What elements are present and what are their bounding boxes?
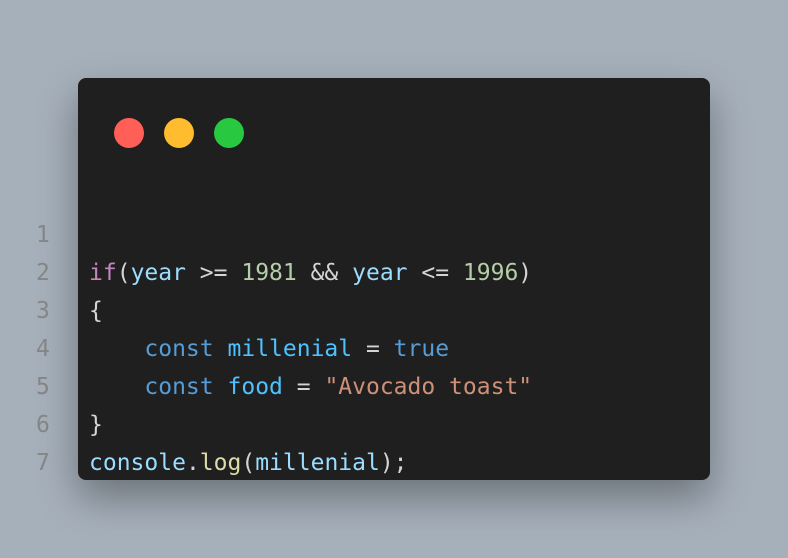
line-number: 7 [36,450,50,476]
variable-food: food [227,374,283,400]
boolean-literal: true [393,336,450,362]
code-line-5: 5 } [0,330,103,438]
string-literal: "Avocado toast" [324,374,533,400]
keyword-const: const [144,336,214,362]
function-log: log [199,450,242,476]
operator: && [296,260,353,286]
punctuation: ( [116,260,131,286]
keyword-if: if [89,260,117,286]
operator: <= [407,260,463,286]
punctuation: ) [518,260,533,286]
variable-year: year [130,260,186,286]
code-line-6: 6 console.log(millenial); [0,368,408,476]
variable-year: year [352,260,408,286]
operator: = [282,374,325,400]
punctuation: ); [379,450,408,476]
punctuation: { [89,298,103,324]
punctuation: . [185,450,200,476]
operator: = [352,336,394,362]
code-line-3: 3 const millenial = true [0,254,449,362]
code-line-1: 1 if(year >= 1981 && year <= 1996) [0,178,532,286]
number-literal: 1981 [241,260,297,286]
close-dot-icon[interactable] [114,118,144,148]
object-console: console [89,450,186,476]
variable-millenial: millenial [255,450,380,476]
code-text: const millenial = true [89,330,449,368]
code-text: } [89,406,103,444]
code-line-4: 4 const food = "Avocado toast" [0,292,532,400]
code-line-2: 2 { [0,216,103,324]
operator: >= [185,260,242,286]
maximize-dot-icon[interactable] [214,118,244,148]
number-literal: 1996 [462,260,519,286]
punctuation: ( [241,450,256,476]
keyword-const: const [144,374,214,400]
window-controls [114,118,244,148]
punctuation: } [89,412,103,438]
code-text: { [89,292,103,330]
minimize-dot-icon[interactable] [164,118,194,148]
code-line-7: 7 [0,406,55,476]
code-text: console.log(millenial); [89,444,408,482]
variable-millenial: millenial [227,336,353,362]
code-text: if(year >= 1981 && year <= 1996) [89,254,532,292]
code-text: const food = "Avocado toast" [89,368,532,406]
code-editor[interactable]: 1 if(year >= 1981 && year <= 1996) 2 { 3… [0,178,532,476]
